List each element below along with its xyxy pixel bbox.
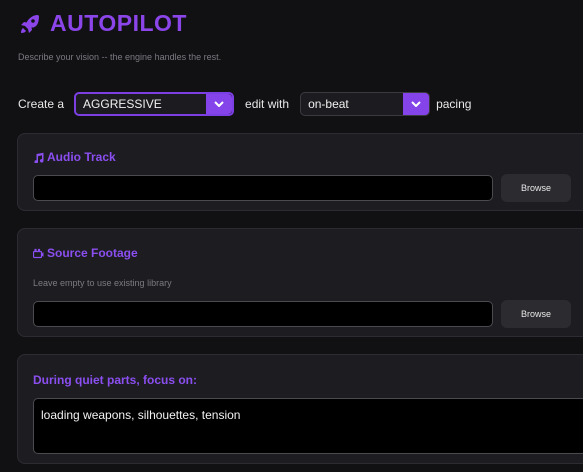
create-label: Create a — [18, 97, 65, 111]
audio-browse-button[interactable]: Browse — [501, 174, 571, 202]
edit-label: edit with — [245, 97, 290, 111]
source-footage-label: Source Footage — [47, 246, 138, 260]
mode-select-value: AGGRESSIVE — [83, 97, 162, 111]
source-footage-input[interactable] — [33, 301, 493, 327]
audio-track-input[interactable] — [33, 175, 493, 201]
config-row: Create a AGGRESSIVE edit with on-beat pa… — [18, 92, 471, 116]
page-title: AUTOPILOT — [50, 10, 187, 36]
quiet-parts-card: During quiet parts, focus on: loading we… — [17, 354, 583, 464]
audio-track-label: Audio Track — [47, 150, 116, 164]
mode-select[interactable]: AGGRESSIVE — [74, 92, 235, 116]
music-note-icon — [33, 152, 44, 164]
pacing-select-value: on-beat — [308, 97, 349, 111]
rocket-icon — [18, 12, 42, 36]
source-footage-hint: Leave empty to use existing library — [33, 278, 172, 288]
header: AUTOPILOT — [18, 10, 187, 37]
camera-icon — [32, 248, 44, 259]
source-browse-button[interactable]: Browse — [501, 300, 571, 328]
source-footage-card: Source Footage Leave empty to use existi… — [17, 228, 583, 337]
chevron-down-icon[interactable] — [403, 93, 430, 115]
pacing-select[interactable]: on-beat — [300, 92, 431, 116]
quiet-parts-title: During quiet parts, focus on: — [33, 373, 197, 387]
audio-track-card: Audio Track Browse — [17, 133, 583, 211]
page-subtitle: Describe your vision -- the engine handl… — [18, 52, 222, 62]
audio-track-title: Audio Track — [33, 150, 116, 164]
pacing-label: pacing — [436, 97, 472, 111]
quiet-parts-textarea[interactable]: loading weapons, silhouettes, tension — [33, 398, 583, 454]
chevron-down-icon[interactable] — [206, 94, 233, 114]
source-footage-title: Source Footage — [32, 246, 138, 260]
